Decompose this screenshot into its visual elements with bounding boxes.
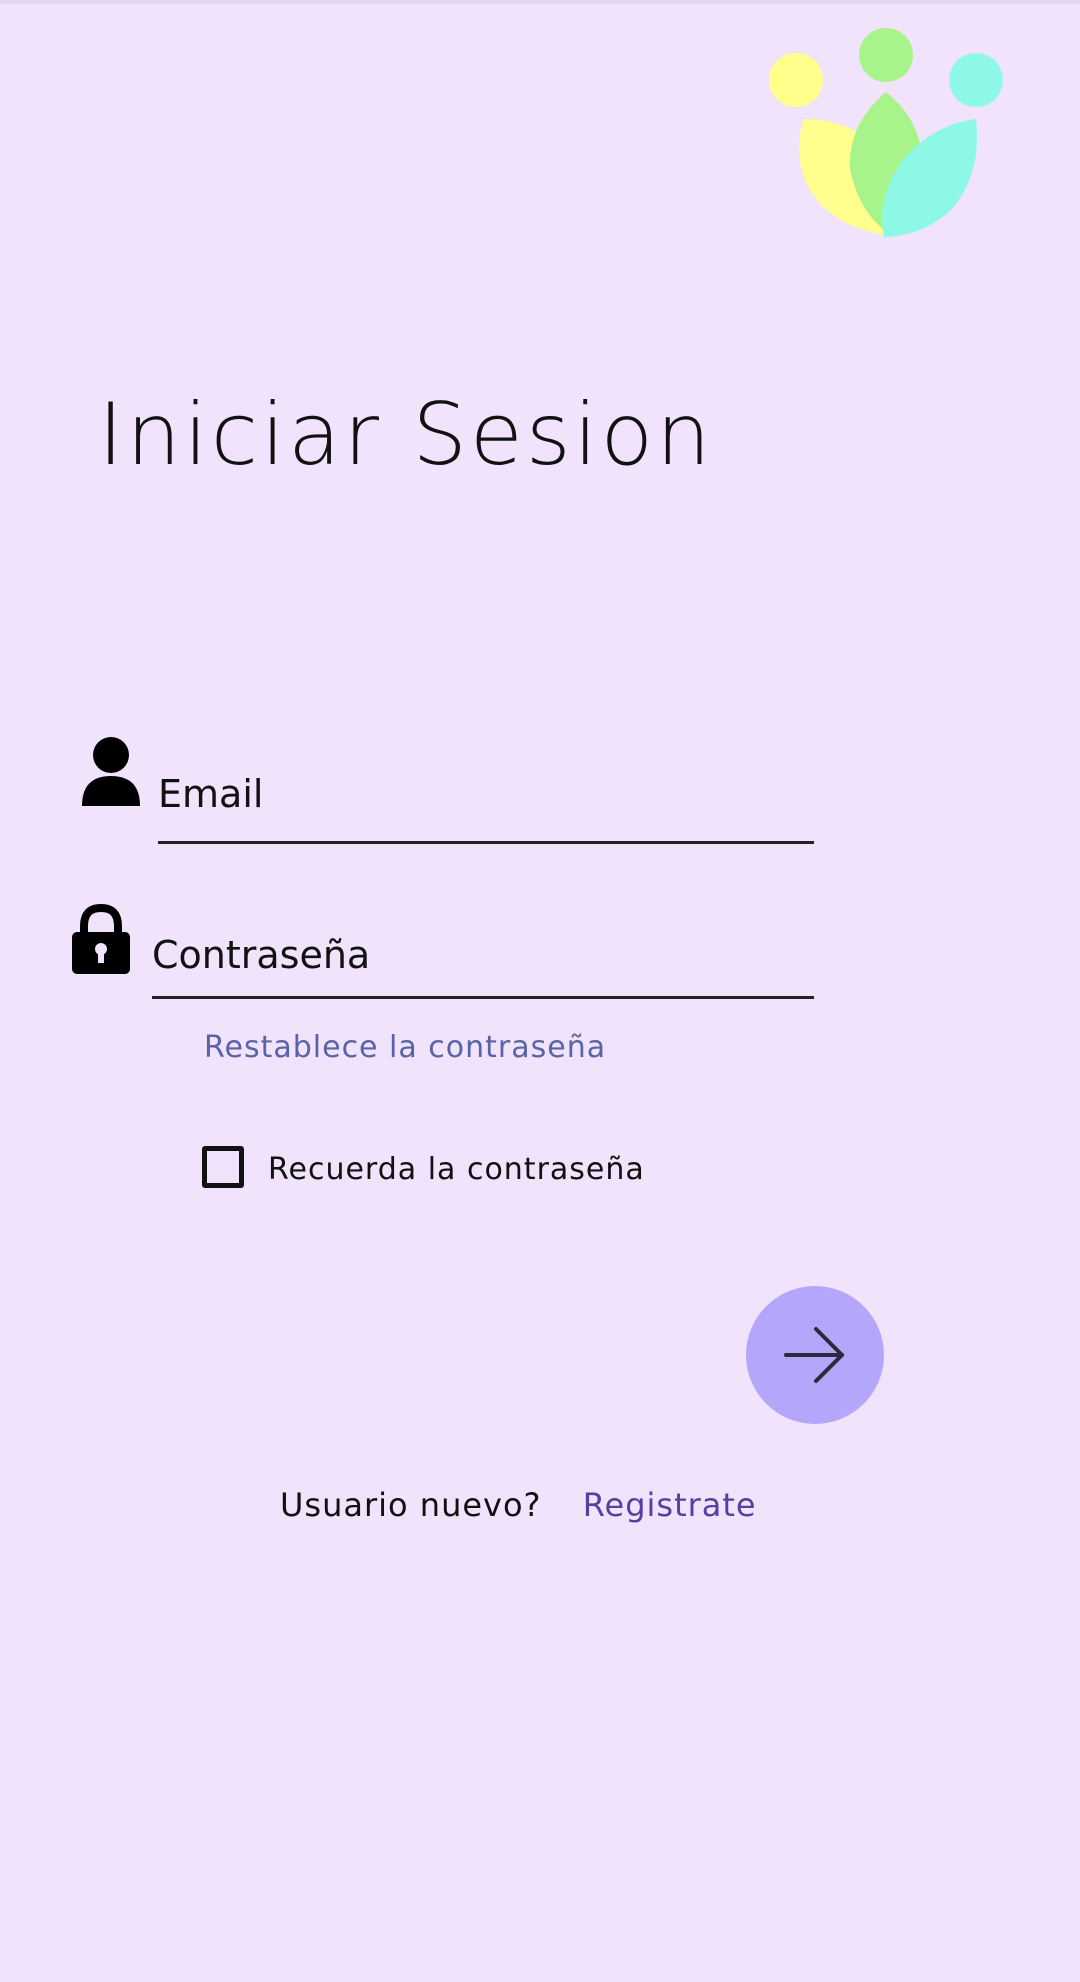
password-input[interactable] <box>152 914 814 996</box>
person-icon <box>82 737 140 806</box>
logo-cyan-head <box>949 53 1003 107</box>
new-user-prompt: Usuario nuevo? <box>280 1486 542 1524</box>
remember-label: Recuerda la contraseña <box>268 1152 645 1187</box>
logo-yellow-head <box>769 53 823 107</box>
status-bar-shadow <box>0 0 1080 4</box>
footer: Usuario nuevo? Registrate <box>280 1486 757 1524</box>
arrow-right-icon <box>784 1327 844 1383</box>
logo-green-head <box>859 28 913 82</box>
email-field[interactable] <box>158 746 814 844</box>
reset-password-link[interactable]: Restablece la contraseña <box>204 1030 606 1065</box>
lock-icon <box>72 904 130 974</box>
password-field[interactable] <box>152 914 814 999</box>
app-logo <box>769 28 1003 237</box>
remember-checkbox[interactable] <box>202 1146 244 1188</box>
submit-button[interactable] <box>746 1286 884 1424</box>
register-link[interactable]: Registrate <box>583 1486 757 1524</box>
email-input[interactable] <box>158 746 814 841</box>
page-title: Iniciar Sesion <box>98 385 714 485</box>
